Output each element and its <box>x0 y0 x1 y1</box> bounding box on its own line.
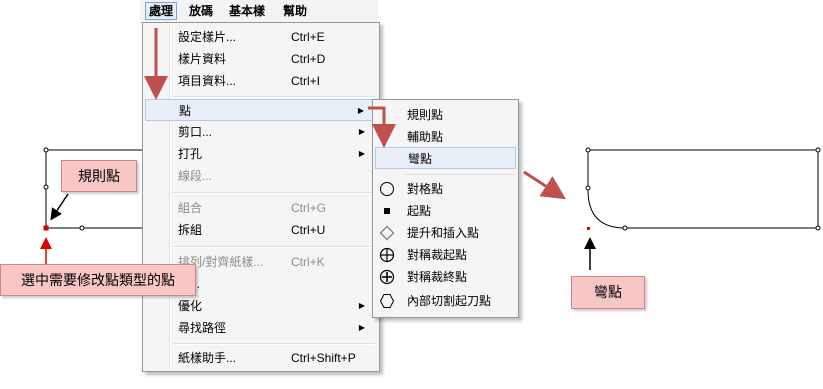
arrow-to-bend <box>368 106 396 148</box>
bend-point-marker <box>587 227 590 230</box>
right-pattern-piece <box>585 147 821 231</box>
arrow-regular-point <box>50 193 69 221</box>
annotation-layer <box>40 28 821 270</box>
arrow-to-result <box>523 170 567 200</box>
selected-point <box>43 225 49 231</box>
callout-bend-point: 彎點 <box>571 276 645 309</box>
callout-regular-point: 規則點 <box>61 160 137 192</box>
callout-select-point: 選中需要修改點類型的點 <box>0 264 196 296</box>
